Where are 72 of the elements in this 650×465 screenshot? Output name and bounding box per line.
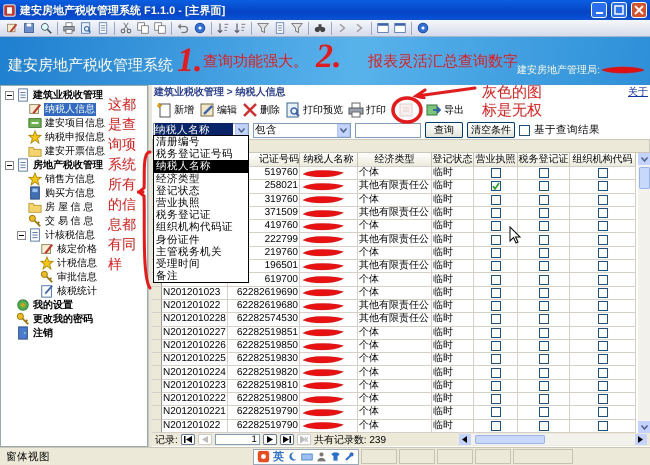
table-cell: 62282619680	[228, 300, 300, 314]
table-cell: 62282574530	[228, 313, 300, 327]
handwritten-number: 2.	[316, 40, 342, 74]
table-cell: 临时	[432, 206, 474, 220]
table-cell: 临时	[432, 273, 474, 287]
table-cell: 62282519830	[228, 353, 300, 366]
table-cell: N201201022	[162, 300, 228, 314]
table-cell: N2012010222	[162, 393, 228, 406]
table-cell: 个体	[358, 340, 432, 354]
table-cell: 其他有限责任公	[358, 206, 432, 220]
table-cell: N2012010227	[162, 326, 228, 340]
checkbox-label: 基于查询结果	[534, 123, 600, 137]
table-cell: 62282519851	[228, 326, 300, 340]
table-cell: 临时	[432, 340, 474, 354]
window-title: 建安房地产税收管理系统 F1.1.0 - [主界面]	[20, 4, 226, 18]
record-count: 共有记录数: 239	[314, 434, 386, 446]
table-cell: 个体	[358, 246, 432, 260]
table-cell: 62282619690	[228, 286, 300, 300]
annotation-text: 查询功能强大。	[203, 53, 308, 71]
breadcrumb: 建筑业税收管理 > 纳税人信息	[154, 86, 286, 99]
table-cell: 临时	[432, 233, 474, 247]
handwritten-number: 1.	[177, 44, 202, 78]
table-cell: 其他有限责任公	[358, 180, 432, 194]
table-cell: 62282519790	[228, 406, 300, 420]
table-cell: 个体	[358, 286, 432, 300]
table-cell: 62282519800	[228, 393, 300, 406]
table-cell: 临时	[432, 286, 474, 300]
table-cell: 临时	[432, 180, 474, 194]
table-cell: 62282519820	[228, 366, 300, 380]
table-cell: N2012010221	[162, 406, 228, 420]
table-cell: 临时	[432, 366, 474, 380]
table-cell: N2012010223	[162, 380, 228, 394]
table-cell: 临时	[432, 406, 474, 420]
table-cell: 62282519850	[228, 340, 300, 354]
table-cell: 个体	[358, 326, 432, 340]
table-cell: N2012010228	[162, 313, 228, 327]
table-cell: 个体	[358, 406, 432, 420]
table-cell: N2012010226	[162, 340, 228, 354]
table-cell: 临时	[432, 393, 474, 406]
table-cell: 个体	[358, 220, 432, 234]
table-cell: 临时	[432, 313, 474, 327]
annotation-text: 这都是查询项系统所有的信息都有同样	[108, 95, 137, 274]
table-cell: 个体	[358, 366, 432, 380]
table-cell: 临时	[432, 220, 474, 234]
table-cell: 临时	[432, 194, 474, 207]
annotation-text: 报表灵活汇总查询数字	[368, 53, 518, 70]
table-cell: 临时	[432, 300, 474, 314]
table-cell: 临时	[432, 246, 474, 260]
table-cell: 临时	[432, 326, 474, 340]
record-label: 记录:	[155, 434, 178, 446]
table-cell: 个体	[358, 393, 432, 406]
table-cell: 临时	[432, 380, 474, 394]
table-cell: 个体	[358, 167, 432, 180]
table-cell: 其他有限责任公	[358, 313, 432, 327]
banner-title: 建安房地产税收管理系统	[8, 56, 173, 75]
table-cell: 临时	[432, 167, 474, 180]
table-cell: 其他有限责任公	[358, 260, 432, 274]
table-cell: 其他有限责任公	[358, 233, 432, 247]
annotation-text: 灰色的图标是无权	[482, 84, 543, 120]
table-cell: 临时	[432, 260, 474, 274]
table-cell: 其他有限责任公	[358, 300, 432, 314]
table-cell: 个体	[358, 353, 432, 366]
user-label: 建安房地产管理局:	[517, 64, 600, 77]
status-text: 窗体视图	[6, 450, 51, 464]
table-cell: 62282519810	[228, 380, 300, 394]
table-cell: N2012010224	[162, 366, 228, 380]
table-cell: 个体	[358, 194, 432, 207]
table-cell: N201201023	[162, 286, 228, 300]
table-cell: 个体	[358, 380, 432, 394]
table-cell: 临时	[432, 353, 474, 366]
table-cell: 个体	[358, 273, 432, 287]
table-cell: N2012010225	[162, 353, 228, 366]
